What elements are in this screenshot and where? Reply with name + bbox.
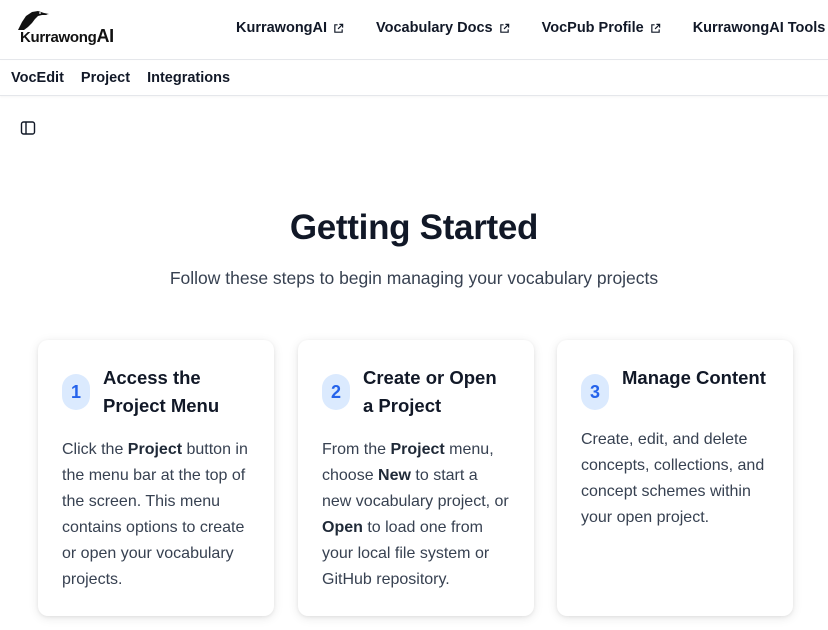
external-link-icon bbox=[499, 23, 509, 33]
step-title: Create or Open a Project bbox=[363, 367, 497, 416]
sidebar-toggle-button[interactable] bbox=[20, 120, 36, 136]
header-links: KurrawongAI Vocabulary Docs VocPub Profi… bbox=[220, 0, 828, 56]
page-subtitle: Follow these steps to begin managing you… bbox=[169, 268, 659, 288]
sidebar-toggle-icon bbox=[20, 121, 36, 135]
step-card-2: 2 Create or Open a Project From the Proj… bbox=[298, 340, 534, 616]
link-label: KurrawongAI bbox=[236, 20, 328, 36]
step-number-badge: 2 bbox=[322, 374, 350, 410]
emphasis-text: New bbox=[378, 467, 411, 484]
step-description: From the Project menu, choose New to sta… bbox=[322, 437, 510, 593]
step-description: Create, edit, and delete concepts, colle… bbox=[581, 427, 769, 531]
logo-text: KurrawongAI bbox=[20, 26, 114, 47]
menu-vocedit[interactable]: VocEdit bbox=[4, 66, 71, 90]
page-title: Getting Started bbox=[289, 208, 539, 247]
step-title: Manage Content bbox=[622, 367, 766, 388]
menu-project[interactable]: Project bbox=[74, 66, 137, 90]
step-header: 1 Access the Project Menu bbox=[62, 364, 250, 420]
step-header: 3 Manage Content bbox=[581, 364, 769, 410]
emphasis-text: Project bbox=[127, 441, 183, 458]
logo-ai: AI bbox=[96, 26, 114, 46]
link-kurrawongai[interactable]: KurrawongAI bbox=[220, 20, 360, 36]
step-card-3: 3 Manage Content Create, edit, and delet… bbox=[557, 340, 793, 616]
step-description: Click the Project button in the menu bar… bbox=[62, 437, 250, 593]
body-text: Click the bbox=[62, 441, 128, 458]
body-text: From the bbox=[322, 441, 391, 458]
link-vocpub-profile[interactable]: VocPub Profile bbox=[526, 20, 677, 36]
menu-bar: VocEdit Project Integrations bbox=[0, 61, 828, 96]
step-card-1: 1 Access the Project Menu Click the Proj… bbox=[38, 340, 274, 616]
body-text: button in the menu bar at the top of the… bbox=[62, 441, 248, 588]
link-label: Vocabulary Docs bbox=[376, 20, 493, 36]
logo-wordmark: Kurrawong bbox=[20, 29, 97, 46]
link-kurrawongai-tools[interactable]: KurrawongAI Tools bbox=[677, 20, 828, 36]
step-header: 2 Create or Open a Project bbox=[322, 364, 510, 420]
menu-integrations[interactable]: Integrations bbox=[140, 66, 237, 90]
step-number-badge: 3 bbox=[581, 374, 609, 410]
step-number-badge: 1 bbox=[62, 374, 90, 410]
external-link-icon bbox=[650, 23, 660, 33]
link-label: VocPub Profile bbox=[541, 20, 644, 36]
step-title: Access the Project Menu bbox=[103, 367, 220, 416]
body-text: Create, edit, and delete concepts, colle… bbox=[581, 431, 765, 526]
emphasis-text: Project bbox=[390, 441, 445, 458]
kurrawong-logo[interactable]: KurrawongAI bbox=[16, 10, 114, 46]
external-link-icon bbox=[334, 23, 344, 33]
link-label: KurrawongAI Tools bbox=[692, 20, 826, 36]
top-header: KurrawongAI KurrawongAI Vocabulary Docs … bbox=[0, 0, 828, 60]
link-vocabulary-docs[interactable]: Vocabulary Docs bbox=[360, 20, 526, 36]
emphasis-text: Open bbox=[322, 519, 363, 536]
